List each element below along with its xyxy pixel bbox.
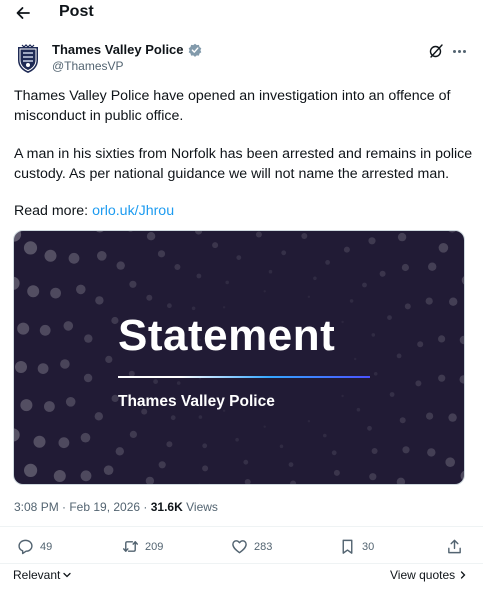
media-headline: Statement xyxy=(118,311,336,360)
author-name-text[interactable]: Thames Valley Police xyxy=(52,42,184,57)
media-divider xyxy=(118,376,370,378)
views-label: Views xyxy=(182,500,218,514)
sort-dropdown[interactable]: Relevant xyxy=(13,568,72,582)
chevron-right-icon xyxy=(461,571,466,579)
author-handle[interactable]: @ThamesVP xyxy=(52,59,124,73)
page-title: Post xyxy=(59,3,94,20)
views-count: 31.6K xyxy=(150,500,183,514)
repost-button[interactable]: 209 xyxy=(122,538,163,555)
sort-label: Relevant xyxy=(13,568,61,582)
repost-icon xyxy=(122,541,139,552)
divider xyxy=(0,563,483,564)
like-button[interactable]: 283 xyxy=(231,538,272,555)
bookmark-count: 30 xyxy=(362,540,375,553)
bookmark-button[interactable]: 30 xyxy=(339,538,374,555)
author-name[interactable]: Thames Valley Police xyxy=(52,42,202,57)
timestamp[interactable]: 3:08 PM · Feb 19, 2026 · xyxy=(14,500,151,514)
grok-icon xyxy=(429,44,443,58)
back-arrow-icon xyxy=(16,7,30,19)
view-quotes-label: View quotes xyxy=(390,568,456,582)
avatar[interactable] xyxy=(14,44,42,74)
tweet-meta: 3:08 PM · Feb 19, 2026 · 31.6K Views xyxy=(14,500,218,514)
action-bar: 49 209 283 30 xyxy=(0,538,483,560)
reply-count: 49 xyxy=(40,540,53,553)
share-icon xyxy=(448,539,461,554)
media-image[interactable]: Statement Thames Valley Police xyxy=(13,230,465,485)
tweet-paragraph-1: Thames Valley Police have opened an inve… xyxy=(14,88,451,124)
divider xyxy=(0,526,483,527)
tweet-link[interactable]: orlo.uk/Jhrou xyxy=(92,203,174,219)
reply-button[interactable]: 49 xyxy=(17,538,52,555)
more-icon xyxy=(452,49,456,53)
media-subtitle: Thames Valley Police xyxy=(118,393,275,410)
chevron-down-icon xyxy=(63,572,72,578)
more-button[interactable] xyxy=(451,44,467,58)
share-button[interactable] xyxy=(446,538,463,555)
read-more-label: Read more: xyxy=(14,203,93,219)
tweet-paragraph-2: A man in his sixties from Norfolk has be… xyxy=(14,146,473,182)
like-icon xyxy=(232,540,247,554)
bookmark-icon xyxy=(342,539,353,554)
back-button[interactable] xyxy=(12,2,34,24)
tweet-read-more: Read more: orlo.uk/Jhrou xyxy=(14,201,476,221)
reply-icon xyxy=(18,539,33,555)
grok-button[interactable] xyxy=(428,43,444,59)
police-crest-icon xyxy=(18,44,38,73)
top-bar: Post xyxy=(0,0,483,28)
repost-count: 209 xyxy=(145,540,164,553)
view-quotes-link[interactable]: View quotes xyxy=(390,568,467,582)
verified-badge-icon xyxy=(188,43,201,57)
like-count: 283 xyxy=(254,540,273,553)
